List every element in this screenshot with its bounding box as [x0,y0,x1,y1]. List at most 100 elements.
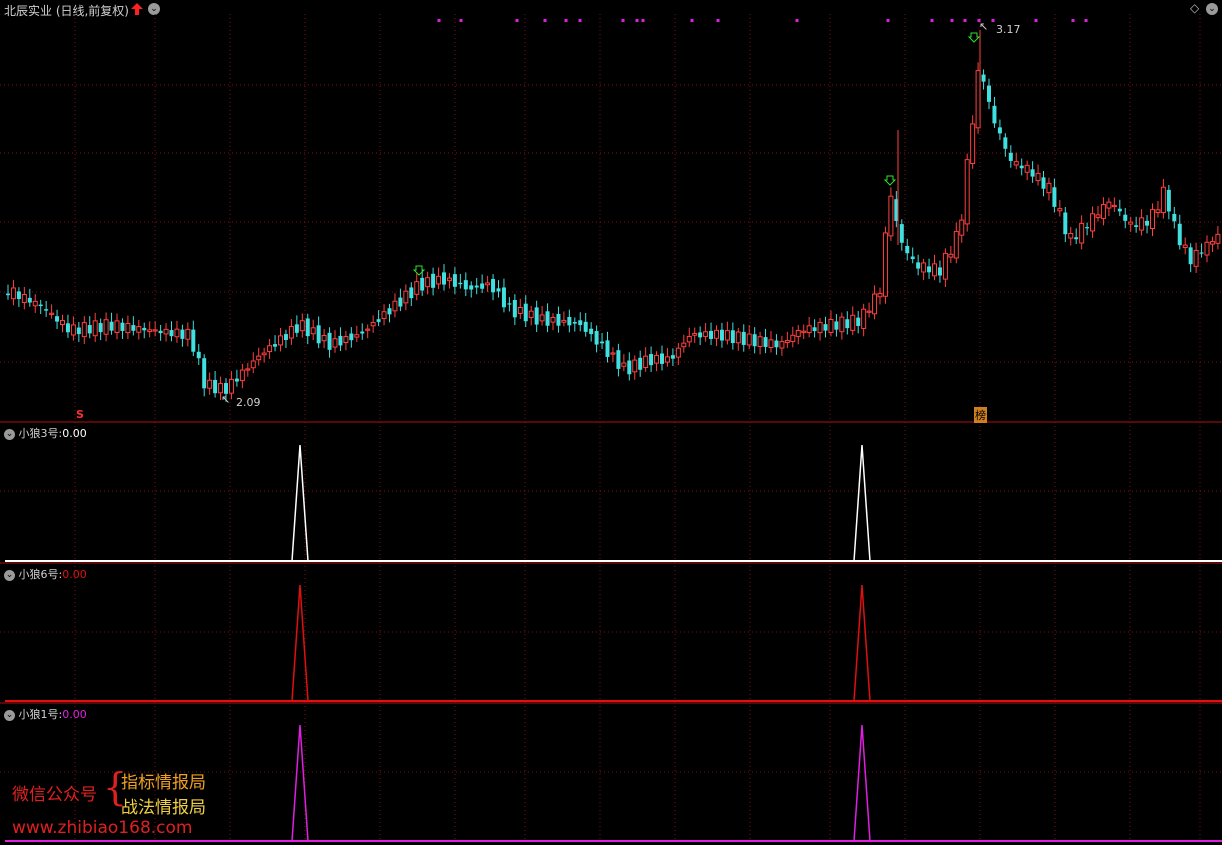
candle-body [741,331,746,345]
signal-dot [437,19,441,22]
candle-body [267,345,273,353]
candle-body [463,280,468,290]
candle-body [360,331,365,334]
indicator-spike [853,444,871,562]
candle-body [927,266,932,273]
candle-body [877,292,883,298]
candle-body [610,352,616,355]
candle-body [583,321,588,332]
candle-body [343,336,349,344]
candle-body [719,329,724,341]
indicator-menu-icon[interactable]: ⌄ [4,569,15,581]
candle-body [81,322,87,338]
candle-body [370,322,376,327]
candle-body [70,324,76,336]
candle-body [338,335,343,346]
candle-body [790,334,796,343]
low-price-label: 2.09 [236,396,261,409]
candle-body [643,355,649,369]
candle-body [261,352,267,356]
candle-body [92,320,98,337]
candle-body [660,353,664,364]
candle-body [332,338,338,348]
candle-body [1090,213,1096,232]
high-arrow-icon: ↖ [979,20,989,33]
signal-dot [543,19,547,22]
candle-body [501,287,506,308]
candle-body [1041,177,1046,189]
candle-body [1030,169,1035,177]
candle-body [921,262,927,273]
candle-body [442,272,446,285]
candle-body [152,329,158,332]
candle-body [714,329,719,339]
candle-body [1035,172,1041,182]
wechat-label: 微信公众号 [12,785,97,805]
candle-body [496,288,501,292]
candle-body [834,321,839,330]
candle-body [491,278,496,293]
candle-body [1193,249,1199,267]
candle-body [779,341,785,349]
candle-body [1063,212,1068,235]
candle-body [757,336,763,347]
candle-body [392,300,398,312]
candle-body [1008,152,1013,161]
down-arrow-icon [883,175,897,186]
indicator-spike [853,724,871,842]
candle-body [228,378,234,394]
signal-dot [716,19,720,22]
signal-dot [795,19,799,22]
candlesticks [6,30,1221,402]
candle-body [959,219,965,236]
watermark-line-1: 指标情报局 [121,773,206,793]
candle-body [681,342,687,348]
candle-body [1068,232,1074,239]
candle-body [239,369,245,382]
candle-body [627,360,632,375]
candle-body [768,339,774,348]
candle-body [649,354,654,366]
candle-body [545,311,550,326]
candle-body [365,328,371,331]
candle-body [534,307,539,325]
candle-body [556,313,561,326]
candle-body [1172,213,1177,222]
candle-body [752,334,757,347]
candle-body [1095,214,1101,218]
candle-body [512,300,517,318]
signal-dot [578,19,582,22]
candle-body [403,290,409,304]
candle-body [888,195,894,237]
candle-body [942,252,948,280]
candle-body [1139,217,1145,231]
candle-body [480,283,485,289]
candle-body [213,379,218,394]
candle-body [600,341,605,344]
candle-body [970,123,976,164]
indicator-menu-icon[interactable]: ⌄ [4,709,15,721]
candle-body [872,293,878,315]
indicator-header-2: ⌄ 小狼6号:0.00 [4,566,87,582]
candle-body [1155,209,1161,213]
candle-body [414,281,420,295]
candle-body [735,331,741,344]
candle-body [517,307,523,314]
signal-dot [635,19,639,22]
low-arrow-icon: ↖ [221,393,231,406]
signal-dot [690,19,694,22]
candle-body [1111,204,1117,208]
candle-body [294,324,299,333]
candle-body [299,320,305,332]
candle-body [1182,244,1188,249]
price-chart[interactable] [0,0,1222,845]
candle-body [774,340,779,348]
candle-body [109,321,114,331]
candle-body [409,287,414,299]
candle-body [953,230,959,259]
candle-body [806,325,812,334]
indicator-menu-icon[interactable]: ⌄ [4,428,15,440]
candle-body [387,308,392,315]
candle-body [621,362,627,367]
watermark-url[interactable]: www.zhibiao168.com [12,818,192,838]
